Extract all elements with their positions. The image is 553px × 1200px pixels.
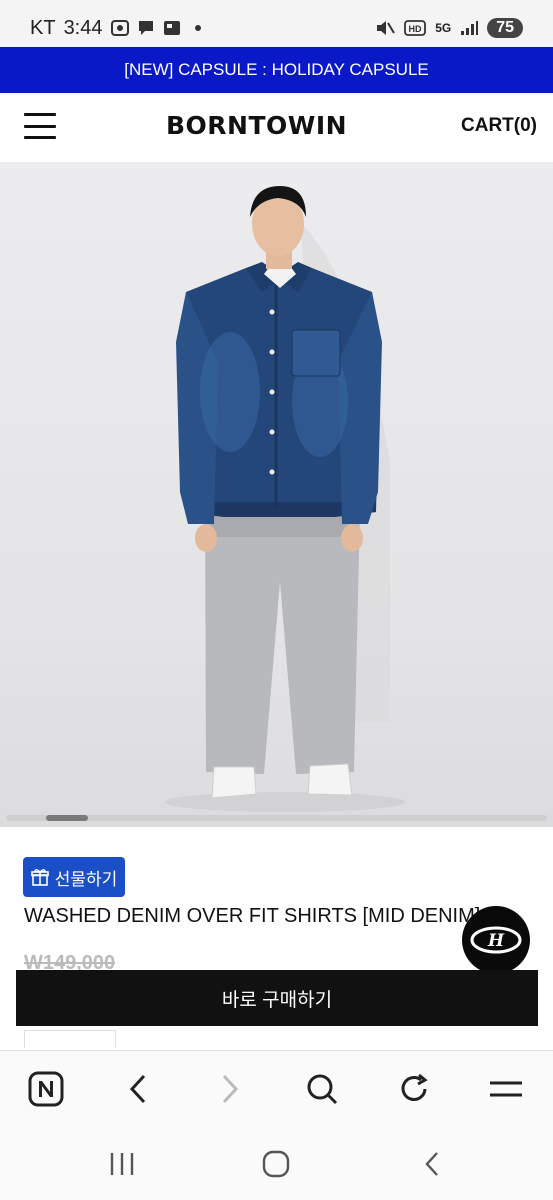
home-icon [262,1150,290,1178]
browser-forward-button[interactable] [210,1069,250,1109]
recents-icon [110,1153,134,1175]
search-icon [307,1074,338,1105]
browser-refresh-button[interactable] [394,1069,434,1109]
browser-search-button[interactable] [302,1069,342,1109]
cart-link[interactable]: CART(0) [461,115,537,137]
screenshot-icon [110,20,129,36]
clock: 3:44 [63,16,103,39]
option-select-hint [24,1030,116,1048]
system-navigation-bar [0,1126,553,1200]
recents-button[interactable] [104,1148,140,1180]
buy-now-button[interactable]: 바로 구매하기 [16,970,538,1026]
gift-icon [30,869,49,886]
svg-text:H: H [487,931,505,951]
hd-icon: HD [404,20,427,36]
product-image-slider[interactable] [0,162,553,827]
menu-line [24,136,56,139]
promo-banner[interactable]: [NEW] CAPSULE : HOLIDAY CAPSULE [0,47,553,93]
status-right: HD 5G 75 [375,18,523,38]
buy-now-label[interactable]: 바로 구매하기 [222,985,332,1012]
forward-icon [222,1074,239,1104]
back-icon [425,1152,438,1176]
back-icon [129,1074,146,1104]
gift-button[interactable]: 선물하기 [23,857,125,897]
menu-icon [490,1081,522,1097]
browser-menu-button[interactable] [486,1069,526,1109]
mute-icon [377,21,396,35]
network-type: 5G [435,21,452,35]
news-icon [163,21,180,35]
home-button[interactable] [258,1148,294,1180]
image-slider-scrollbar[interactable] [6,815,547,821]
site-header: BORNTOWIN CART(0) [0,93,553,162]
battery-badge: 75 [487,18,523,38]
naver-icon [28,1071,64,1107]
brand-logo[interactable]: BORNTOWIN [166,111,347,140]
dot-icon [194,25,201,31]
signal-icon [461,21,479,35]
svg-text:HD: HD [409,24,422,34]
gift-button-label[interactable]: 선물하기 [55,865,118,890]
carrier: KT [30,16,56,39]
menu-line [24,113,56,116]
menu-button[interactable] [24,113,56,139]
chat-widget-button[interactable]: H [462,906,530,974]
chat-icon [138,21,153,35]
promo-banner-text[interactable]: [NEW] CAPSULE : HOLIDAY CAPSULE [124,60,429,80]
menu-line [24,124,56,128]
browser-back-button[interactable] [118,1069,158,1109]
status-left: KT 3:44 [30,17,207,40]
brand-badge-icon: H [470,926,522,954]
product-photo [165,186,405,812]
system-back-button[interactable] [414,1148,450,1180]
naver-home-button[interactable] [26,1069,66,1109]
browser-toolbar [0,1050,553,1126]
refresh-icon [401,1073,428,1101]
image-slider-thumb[interactable] [46,815,88,821]
